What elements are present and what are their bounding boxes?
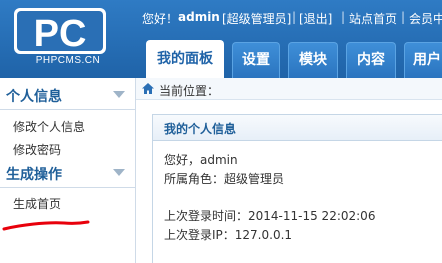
- breadcrumb-label: 当前位置：: [159, 84, 220, 98]
- member-center-link[interactable]: 会员中: [409, 10, 442, 27]
- panel-title: 我的个人信息: [164, 122, 237, 136]
- logo-text: PC: [34, 13, 87, 55]
- divider: [0, 187, 135, 188]
- tab-content[interactable]: 内容: [346, 42, 396, 78]
- separator: |: [341, 10, 346, 24]
- sidebar-section-personal[interactable]: 个人信息: [0, 82, 135, 108]
- username-label: admin: [178, 10, 220, 24]
- tab-my-panel[interactable]: 我的面板: [146, 40, 224, 78]
- sidebar: 个人信息 修改个人信息 修改密码 生成操作 生成首页: [0, 78, 136, 263]
- collapse-arrow-icon[interactable]: [113, 169, 125, 176]
- red-underline-annotation: [2, 220, 90, 231]
- main-nav-tabs: 我的面板 设置 模块 内容 用户: [136, 38, 442, 78]
- tab-users[interactable]: 用户: [404, 42, 442, 78]
- phpcms-logo[interactable]: PC PHPCMS.CN: [0, 0, 136, 78]
- sidebar-item-edit-profile[interactable]: 修改个人信息: [13, 118, 85, 135]
- tab-settings[interactable]: 设置: [232, 42, 280, 78]
- sidebar-item-change-password[interactable]: 修改密码: [13, 141, 61, 158]
- site-home-link[interactable]: 站点首页: [349, 10, 397, 27]
- role-tag: [超级管理员]: [222, 12, 292, 26]
- last-login-ip: 上次登录IP：127.0.0.1: [164, 228, 293, 242]
- collapse-arrow-icon[interactable]: [113, 91, 125, 98]
- role-text: 所属角色：超级管理员: [164, 172, 285, 186]
- divider: [0, 109, 135, 110]
- section-title: 个人信息: [6, 89, 62, 105]
- greeting-text: 您好！: [142, 12, 179, 26]
- separator: |: [292, 10, 297, 24]
- logo-subtitle: PHPCMS.CN: [35, 55, 101, 66]
- profile-panel: 我的个人信息 您好，admin 所属角色：超级管理员 上次登录时间：2014-1…: [152, 114, 442, 263]
- panel-header: 我的个人信息: [153, 115, 442, 141]
- sidebar-section-generate[interactable]: 生成操作: [0, 160, 135, 186]
- tab-modules[interactable]: 模块: [288, 42, 338, 78]
- breadcrumb: 当前位置：: [136, 78, 442, 100]
- sidebar-item-generate-home[interactable]: 生成首页: [13, 195, 61, 212]
- header: PC PHPCMS.CN 您好！ admin [超级管理员] | [退出] | …: [0, 0, 442, 78]
- separator: |: [401, 10, 406, 24]
- top-user-bar: 您好！ admin [超级管理员] | [退出] | 站点首页 | 会员中: [136, 0, 442, 34]
- last-login-time: 上次登录时间：2014-11-15 22:02:06: [164, 209, 376, 223]
- main-content: 当前位置： 我的个人信息 您好，admin 所属角色：超级管理员 上次登录时间：…: [136, 78, 442, 263]
- section-title: 生成操作: [6, 167, 62, 183]
- home-icon[interactable]: [141, 82, 155, 95]
- logo-graphic: PC: [14, 8, 106, 55]
- logout-link[interactable]: [退出]: [299, 10, 332, 27]
- hello-text: 您好，admin: [164, 153, 238, 167]
